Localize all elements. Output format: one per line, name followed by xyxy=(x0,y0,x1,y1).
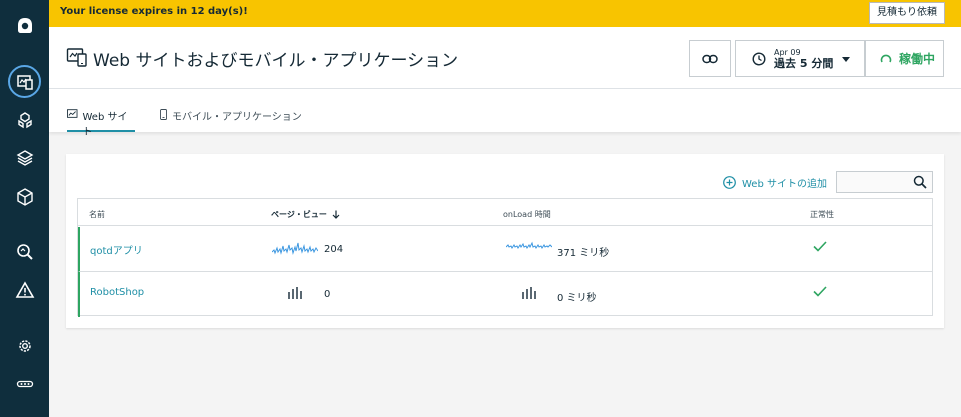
website-chart-icon xyxy=(67,109,78,118)
tab-mobile-apps[interactable]: モバイル・アプリケーション xyxy=(160,108,302,132)
tab-websites[interactable]: Web サイト xyxy=(67,108,135,138)
page-views-sparkline xyxy=(272,242,318,255)
copy-link-button[interactable] xyxy=(689,40,731,77)
websites-icon[interactable] xyxy=(0,65,49,99)
link-icon xyxy=(702,54,718,63)
onload-time-value: 0 ミリ秒 xyxy=(557,293,597,304)
sort-descending-icon xyxy=(332,210,340,219)
onload-time-sparkline xyxy=(506,241,552,249)
column-header-health[interactable]: 正常性 xyxy=(810,209,834,220)
page-title: Web サイトおよびモバイル・アプリケーション xyxy=(93,51,459,71)
page-views-value: 204 xyxy=(324,244,344,255)
page-header: Web サイトおよびモバイル・アプリケーション Apr 09 過去 5 分間 稼… xyxy=(49,27,961,89)
clock-icon xyxy=(752,51,766,66)
websites-card: Web サイトの追加 名前 ページ・ビュー onLoad 時間 正常性 qotd… xyxy=(66,154,944,328)
time-range-picker[interactable]: Apr 09 過去 5 分間 xyxy=(735,40,865,77)
page-views-value: 0 xyxy=(324,289,331,300)
live-mode-label: 稼働中 xyxy=(899,52,936,66)
add-website-button[interactable]: Web サイトの追加 xyxy=(723,175,827,190)
health-ok-checkmark-icon xyxy=(813,286,827,297)
events-icon[interactable] xyxy=(0,273,49,307)
search-input[interactable] xyxy=(836,171,933,193)
license-warning-text: Your license expires in 12 day(s)! xyxy=(60,6,248,17)
more-icon[interactable] xyxy=(0,367,49,401)
onload-time-value: 371 ミリ秒 xyxy=(557,248,610,259)
add-circle-icon xyxy=(723,176,736,189)
platforms-icon[interactable] xyxy=(0,141,49,175)
table-row[interactable]: qotdアプリ 204 371 ミリ秒 xyxy=(78,227,932,272)
website-name-link[interactable]: RobotShop xyxy=(90,287,144,298)
add-website-label: Web サイトの追加 xyxy=(742,179,827,190)
analytics-icon[interactable] xyxy=(0,235,49,269)
tab-bar: Web サイト モバイル・アプリケーション xyxy=(49,89,961,138)
column-header-page-views-label: ページ・ビュー xyxy=(271,210,327,219)
license-banner: Your license expires in 12 day(s)! 見積もり依… xyxy=(49,0,961,27)
column-header-name[interactable]: 名前 xyxy=(89,209,105,220)
table-header: 名前 ページ・ビュー onLoad 時間 正常性 xyxy=(78,199,932,226)
applications-icon[interactable] xyxy=(0,180,49,214)
websites-mobile-icon xyxy=(66,48,87,67)
infrastructure-icon[interactable] xyxy=(0,103,49,137)
mobile-phone-icon xyxy=(160,109,167,120)
tab-websites-label: Web サイト xyxy=(82,112,128,138)
time-range-date: Apr 09 xyxy=(774,47,801,57)
no-data-chart-icon xyxy=(522,287,536,299)
column-header-page-views[interactable]: ページ・ビュー xyxy=(271,209,340,220)
websites-table: 名前 ページ・ビュー onLoad 時間 正常性 qotdアプリ 204 371… xyxy=(77,198,933,317)
time-range-label: 過去 5 分間 xyxy=(774,56,834,70)
live-mode-button[interactable]: 稼働中 xyxy=(865,40,944,77)
health-ok-checkmark-icon xyxy=(813,241,827,252)
live-refresh-icon xyxy=(880,54,892,62)
chevron-down-icon xyxy=(842,57,850,62)
sidebar xyxy=(0,0,49,417)
website-name-link[interactable]: qotdアプリ xyxy=(90,242,143,257)
request-quote-button[interactable]: 見積もり依頼 xyxy=(869,2,945,24)
instana-logo-icon[interactable] xyxy=(0,9,49,43)
tab-mobile-apps-label: モバイル・アプリケーション xyxy=(172,112,302,123)
no-data-chart-icon xyxy=(288,287,302,299)
search-icon xyxy=(913,175,927,189)
table-row[interactable]: RobotShop 0 0 ミリ秒 xyxy=(78,272,932,317)
active-indicator xyxy=(8,65,41,98)
settings-icon[interactable] xyxy=(0,329,49,363)
column-header-onload-time[interactable]: onLoad 時間 xyxy=(503,209,551,220)
